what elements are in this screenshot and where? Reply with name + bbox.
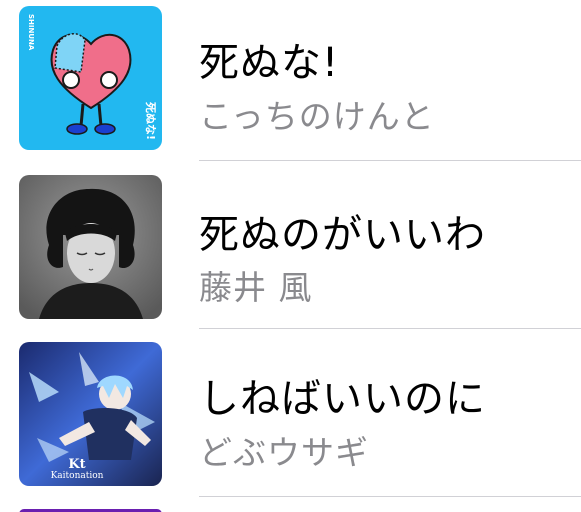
row-divider bbox=[199, 328, 581, 329]
album-artwork[interactable]: SHINUNA 死ぬな! bbox=[19, 6, 162, 150]
heart-character-icon: SHINUNA 死ぬな! bbox=[19, 6, 162, 150]
song-row[interactable]: 死ぬのがいいわ 藤井 風 bbox=[0, 168, 581, 336]
album-artwork[interactable]: Kt Kaitonation bbox=[19, 342, 162, 486]
artwork-logo-text: Kaitonation bbox=[51, 471, 104, 481]
song-title: しねばいいのに bbox=[199, 376, 486, 422]
song-row[interactable]: SHINUNA 死ぬな! 死ぬな! こっちのけんと bbox=[0, 0, 581, 168]
anime-character-icon: Kt Kaitonation bbox=[19, 342, 162, 486]
row-divider bbox=[199, 160, 581, 161]
song-row[interactable]: Kt Kaitonation しねばいいのに どぶウサギ bbox=[0, 338, 581, 506]
album-artwork[interactable] bbox=[19, 175, 162, 319]
artwork-corner-text: 死ぬな! bbox=[144, 102, 157, 140]
artwork-side-text: SHINUNA bbox=[27, 14, 35, 51]
svg-text:Kt: Kt bbox=[68, 457, 85, 472]
song-artist: どぶウサギ bbox=[199, 433, 369, 472]
song-artist: 藤井 風 bbox=[199, 268, 313, 307]
song-list: SHINUNA 死ぬな! 死ぬな! こっちのけんと 死ぬのがいいわ 藤井 風 K… bbox=[0, 0, 581, 512]
song-artist: こっちのけんと bbox=[199, 97, 435, 136]
row-divider bbox=[199, 496, 581, 497]
song-row[interactable] bbox=[0, 506, 581, 512]
song-title: 死ぬな! bbox=[199, 40, 340, 86]
song-title: 死ぬのがいいわ bbox=[199, 212, 486, 258]
portrait-photo-icon bbox=[19, 175, 162, 319]
